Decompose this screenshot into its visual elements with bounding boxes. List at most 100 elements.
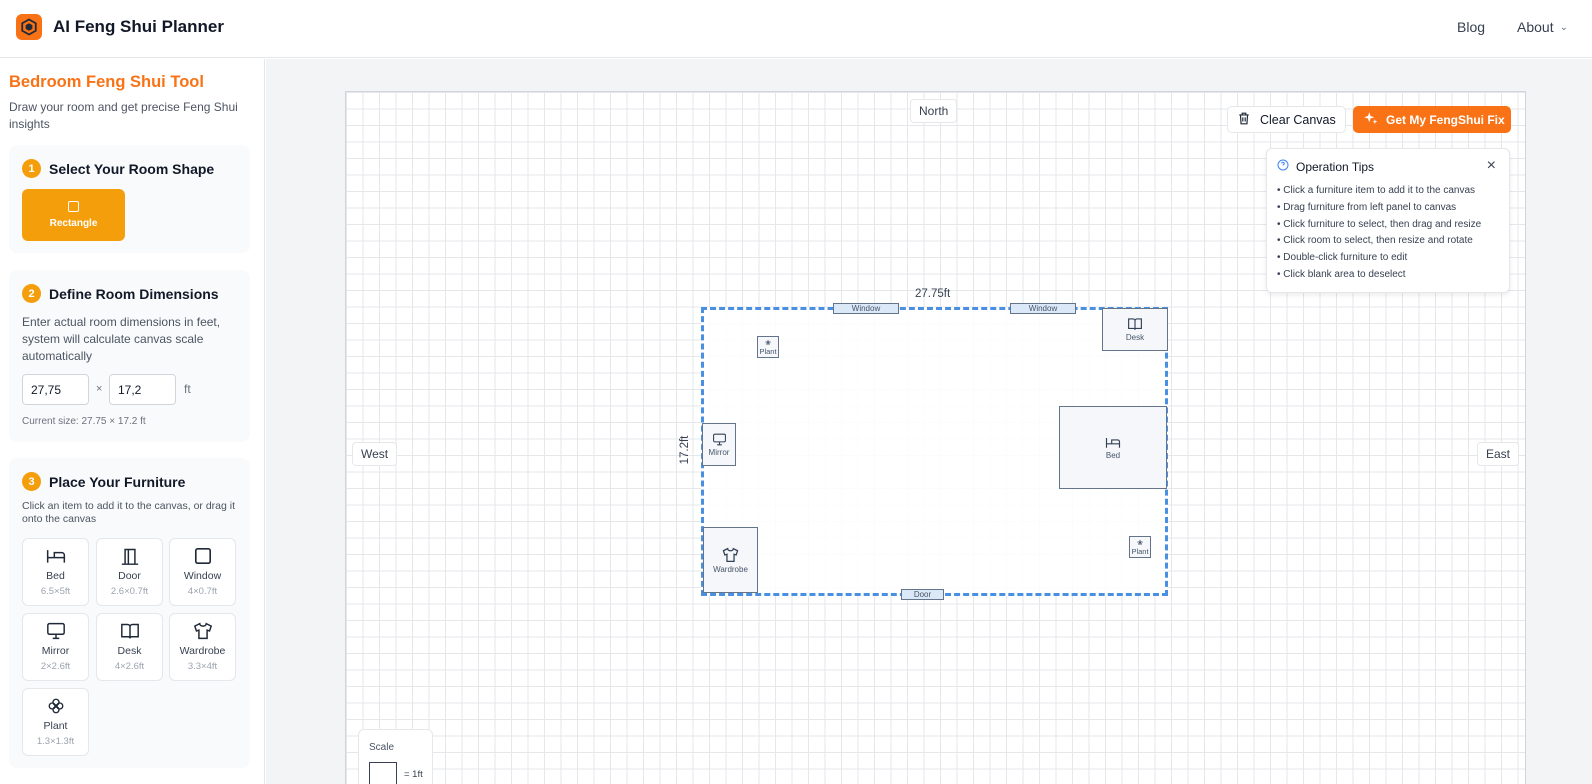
- nav-about-label: About: [1517, 19, 1554, 35]
- furniture-item-door[interactable]: Door 2.6×0.7ft: [96, 538, 163, 606]
- flower-icon: [23, 697, 88, 715]
- close-icon[interactable]: ×: [1487, 157, 1496, 175]
- tip-item: • Click blank area to deselect: [1277, 268, 1406, 280]
- rectangle-shape-button[interactable]: Rectangle: [22, 189, 125, 241]
- scale-square: [369, 762, 397, 784]
- window-icon: [170, 547, 235, 565]
- tool-title: Bedroom Feng Shui Tool: [9, 73, 204, 91]
- tip-item: • Click room to select, then resize and …: [1277, 235, 1473, 247]
- room-height-label: 17.2ft: [679, 435, 691, 465]
- nav-about-menu[interactable]: About ⌄: [1517, 19, 1568, 35]
- sidebar: Bedroom Feng Shui Tool Draw your room an…: [0, 59, 265, 784]
- furniture-item-bed[interactable]: Bed 6.5×5ft: [22, 538, 89, 606]
- flower-icon: ❀: [1137, 539, 1143, 547]
- mirror-icon: [712, 433, 726, 445]
- tool-description: Draw your room and get precise Feng Shui…: [9, 100, 238, 131]
- unit-label: ft: [184, 382, 191, 396]
- tip-item: • Click furniture to select, then drag a…: [1277, 218, 1482, 230]
- step-number: 3: [22, 472, 41, 491]
- furniture-name: Wardrobe: [179, 645, 226, 657]
- furniture-item-window[interactable]: Window 4×0.7ft: [169, 538, 236, 606]
- furniture-size: 2×2.6ft: [40, 661, 71, 672]
- trash-icon: [1238, 112, 1250, 128]
- panel-title: Select Your Room Shape: [49, 160, 215, 177]
- furniture-name: Bed: [46, 570, 65, 582]
- desk-label: Desk: [1125, 333, 1145, 342]
- compass-north-label: North: [910, 99, 958, 123]
- furniture-item-plant[interactable]: Plant 1.3×1.3ft: [22, 688, 89, 756]
- operation-tips-panel: Operation Tips × • Click a furniture ite…: [1266, 148, 1510, 293]
- panel-title: Define Room Dimensions: [49, 285, 219, 302]
- chevron-down-icon: ⌄: [1559, 21, 1568, 33]
- furniture-name: Mirror: [41, 645, 70, 657]
- room-dimensions-panel: 2 Define Room Dimensions Enter actual ro…: [9, 270, 250, 442]
- furniture-size: 4×2.6ft: [114, 661, 145, 672]
- furniture-description: Click an item to add it to the canvas, o…: [22, 500, 236, 525]
- scale-legend: Scale = 1ft: [358, 729, 433, 784]
- tips-title: Operation Tips: [1296, 159, 1375, 174]
- top-header: AI Feng Shui Planner Blog About ⌄: [0, 0, 1592, 58]
- step-number: 2: [22, 284, 41, 303]
- room-width-label: 27.75ft: [915, 288, 951, 300]
- get-fengshui-fix-button[interactable]: Get My FengShui Fix: [1353, 106, 1511, 133]
- compass-west-label: West: [352, 442, 398, 466]
- book-icon: [97, 622, 162, 640]
- get-fix-label: Get My FengShui Fix: [1386, 112, 1505, 127]
- bed-furniture[interactable]: Bed: [1059, 406, 1167, 489]
- furniture-size: 2.6×0.7ft: [110, 586, 149, 597]
- room-shape-panel: 1 Select Your Room Shape Rectangle: [9, 145, 250, 253]
- dimensions-description: Enter actual room dimensions in feet, sy…: [22, 315, 221, 363]
- mirror-label: Mirror: [708, 447, 730, 457]
- scale-value: = 1ft: [404, 769, 423, 780]
- furniture-name: Desk: [117, 645, 142, 657]
- window-furniture[interactable]: Window: [1010, 303, 1076, 314]
- plant-furniture[interactable]: ❀ Plant: [1129, 536, 1151, 558]
- sparkles-icon: [1363, 111, 1378, 129]
- wardrobe-furniture[interactable]: Wardrobe: [703, 527, 758, 593]
- tip-item: • Drag furniture from left panel to canv…: [1277, 201, 1457, 213]
- step-number: 1: [22, 159, 41, 178]
- mirror-icon: [23, 622, 88, 640]
- shirt-icon: [170, 622, 235, 640]
- clear-canvas-button[interactable]: Clear Canvas: [1227, 106, 1346, 133]
- bed-label: Bed: [1105, 450, 1121, 460]
- book-icon: [1128, 318, 1142, 330]
- nav-blog-link[interactable]: Blog: [1457, 19, 1485, 35]
- tips-list: • Click a furniture item to add it to th…: [1277, 183, 1481, 284]
- room-width-input[interactable]: [22, 374, 89, 405]
- app-logo-icon[interactable]: [16, 14, 42, 40]
- tip-item: • Double-click furniture to edit: [1277, 252, 1408, 264]
- furniture-item-desk[interactable]: Desk 4×2.6ft: [96, 613, 163, 681]
- scale-label: Scale: [369, 742, 395, 753]
- furniture-item-mirror[interactable]: Mirror 2×2.6ft: [22, 613, 89, 681]
- room-length-input[interactable]: [109, 374, 176, 405]
- panel-title: Place Your Furniture: [49, 473, 186, 490]
- square-icon: [68, 201, 79, 212]
- shape-label: Rectangle: [49, 218, 98, 229]
- mirror-furniture[interactable]: Mirror: [702, 423, 736, 466]
- times-sign: ×: [96, 383, 103, 395]
- door-icon: [97, 547, 162, 565]
- tip-item: • Click a furniture item to add it to th…: [1277, 185, 1476, 196]
- bed-icon: [1105, 437, 1121, 448]
- furniture-panel: 3 Place Your Furniture Click an item to …: [9, 458, 250, 768]
- window-furniture[interactable]: Window: [833, 303, 899, 314]
- desk-furniture[interactable]: Desk: [1102, 308, 1168, 351]
- clear-canvas-label: Clear Canvas: [1260, 112, 1336, 127]
- app-title[interactable]: AI Feng Shui Planner: [53, 17, 224, 37]
- furniture-name: Door: [118, 570, 141, 582]
- plant-label: Plant: [1131, 546, 1149, 556]
- help-circle-icon: [1277, 159, 1289, 174]
- furniture-item-wardrobe[interactable]: Wardrobe 3.3×4ft: [169, 613, 236, 681]
- furniture-size: 3.3×4ft: [187, 661, 218, 672]
- current-size-text: Current size: 27.75 × 17.2 ft: [22, 416, 146, 427]
- furniture-size: 1.3×1.3ft: [36, 736, 75, 747]
- compass-east-label: East: [1477, 442, 1520, 466]
- plant-furniture[interactable]: ❀ Plant: [757, 336, 779, 358]
- bed-icon: [23, 547, 88, 565]
- door-furniture[interactable]: Door: [901, 589, 944, 600]
- plant-label: Plant: [759, 346, 777, 356]
- flower-icon: ❀: [765, 339, 771, 347]
- furniture-name: Window: [183, 570, 222, 582]
- shirt-icon: [722, 547, 739, 562]
